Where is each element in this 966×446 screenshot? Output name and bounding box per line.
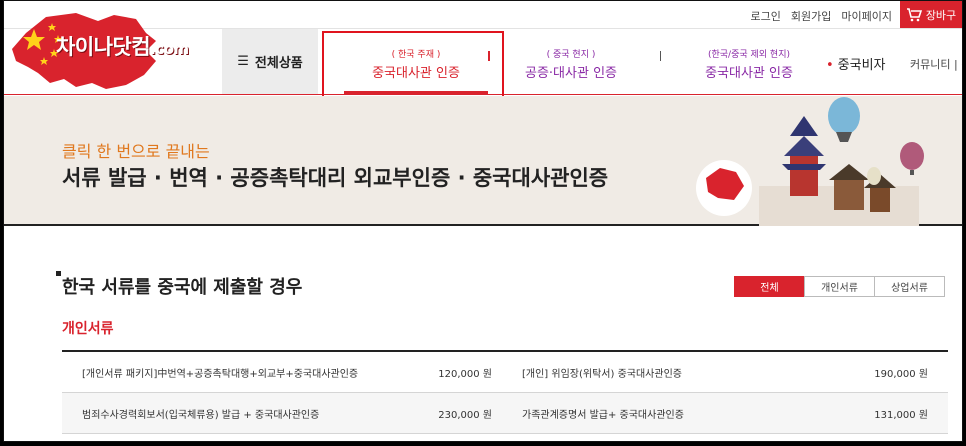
table-row: [개인서류 패키지]中번역+공증촉탁대행+외교부+중국대사관인증 120,000… (62, 352, 948, 393)
nav-separator (660, 51, 661, 61)
category-title: 개인서류 (62, 321, 114, 337)
tab-business[interactable]: 상업서류 (874, 276, 945, 297)
nav-item-community[interactable]: 커뮤니티 | 건 (910, 56, 962, 72)
product-price: 230,000 원 (438, 409, 492, 421)
cart-icon (906, 7, 922, 21)
nav-item-sub: (한국/중국 제외 현지) (707, 50, 791, 60)
section-title: 한국 서류를 중국에 제출할 경우 (55, 271, 302, 299)
nav-item-label: 공증·대사관 인증 (525, 66, 617, 81)
product-name[interactable]: [개인] 위임장(위탁서) 중국대사관인증 (492, 365, 832, 380)
product-price: 131,000 원 (874, 409, 928, 421)
utility-links: 로그인 회원가입 마이페이지 (751, 8, 892, 24)
product-table: [개인서류 패키지]中번역+공증촉탁대행+외교부+중국대사관인증 120,000… (62, 350, 948, 434)
mypage-link[interactable]: 마이페이지 (841, 8, 892, 24)
temple-balloons-illustration-icon (696, 97, 924, 226)
cart-button[interactable]: 장바구 (900, 1, 962, 28)
product-name[interactable]: [개인서류 패키지]中번역+공증촉탁대행+외교부+중국대사관인증 (62, 365, 402, 380)
cart-label: 장바구 (925, 8, 957, 22)
login-link[interactable]: 로그인 (751, 8, 781, 24)
nav-item-overseas-embassy[interactable]: (한국/중국 제외 현지) 중국대사관 인증 (694, 47, 804, 81)
product-name[interactable]: 범죄수사경력회보서(입국체류용) 발급 + 중국대사관인증 (62, 406, 402, 421)
tab-personal[interactable]: 개인서류 (804, 276, 875, 297)
hamburger-icon: ☰ (237, 54, 249, 69)
product-price: 120,000 원 (438, 368, 492, 380)
product-name[interactable]: 가족관계증명서 발급+ 중국대사관인증 (492, 406, 832, 421)
nav-item-label: 중국비자 (837, 58, 886, 73)
nav-item-sub: ( 중국 현지 ) (546, 50, 596, 60)
product-price: 190,000 원 (874, 368, 928, 380)
nav-item-label: 중국대사관 인증 (705, 66, 793, 81)
banner-title: 서류 발급 · 번역 · 공증촉탁대리 외교부인증 · 중국대사관인증 (62, 166, 609, 190)
all-products-button[interactable]: ☰ 전체상품 (222, 29, 318, 94)
signup-link[interactable]: 회원가입 (791, 8, 831, 24)
bullet-icon: • (826, 58, 834, 73)
logo-suffix: .com (150, 40, 189, 58)
nav-item-china-notary[interactable]: ( 중국 현지 ) 공증·대사관 인증 (516, 47, 626, 81)
logo-name: 차이나닷컴 (56, 35, 151, 59)
tab-all[interactable]: 전체 (734, 276, 805, 297)
nav-item-visa[interactable]: • 중국비자 (826, 54, 886, 73)
all-products-label: 전체상품 (254, 56, 303, 71)
logo-text: 차이나닷컴.com (56, 31, 189, 61)
table-row: 범죄수사경력회보서(입국체류용) 발급 + 중국대사관인증 230,000 원 … (62, 393, 948, 434)
page-frame: 로그인 회원가입 마이페이지 장바구 ☰ 전체상품 ( 한국 주재 ) 중국대사… (3, 0, 963, 442)
site-logo[interactable]: 차이나닷컴.com (6, 11, 216, 95)
banner-subtitle: 클릭 한 번으로 끝내는 (62, 142, 210, 161)
filter-tabs: 전체 개인서류 상업서류 (734, 276, 945, 297)
hero-banner: 클릭 한 번으로 끝내는 서류 발급 · 번역 · 공증촉탁대리 외교부인증 ·… (4, 96, 962, 226)
